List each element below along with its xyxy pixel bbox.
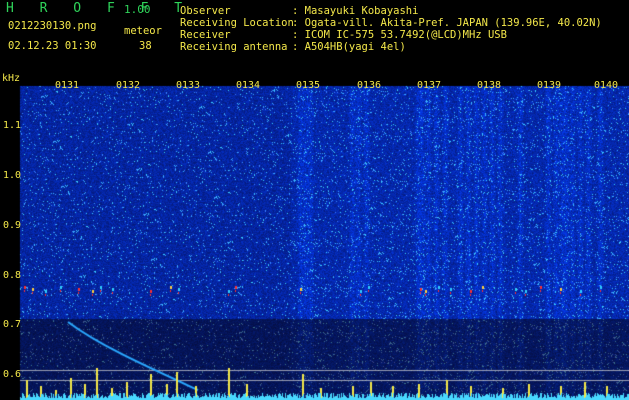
meteor-count: 38 — [139, 40, 152, 52]
y-tick-label: 0.7 — [3, 319, 22, 330]
observer-label: Observer — [180, 5, 231, 17]
y-tick-label: 0.6 — [3, 369, 22, 380]
x-tick-label: 0136 — [357, 80, 382, 91]
x-tick-label: 0131 — [55, 80, 80, 91]
y-tick-label: 0.8 — [3, 270, 22, 281]
y-tick-label: 1.0 — [3, 170, 22, 181]
y-tick-label: 0.9 — [3, 220, 22, 231]
header-panel: H R O F F T 1.00 0212230130.png meteor 3… — [0, 0, 629, 78]
x-tick-label: 0140 — [594, 80, 619, 91]
app-name: H R O F F T — [6, 1, 192, 16]
meteor-label: meteor — [124, 25, 162, 37]
app-version: 1.00 — [124, 3, 151, 16]
y-axis-unit: kHz — [2, 73, 21, 84]
spectrogram-canvas — [0, 78, 629, 400]
location-value: : Ogata-vill. Akita-Pref. JAPAN (139.96E… — [292, 17, 602, 29]
y-tick-label: 1.1 — [3, 120, 22, 131]
receiver-label: Receiver — [180, 29, 231, 41]
x-tick-label: 0139 — [537, 80, 562, 91]
location-label: Receiving Location — [180, 17, 294, 29]
file-name: 0212230130.png — [8, 20, 97, 32]
datetime: 02.12.23 01:30 — [8, 40, 97, 52]
x-tick-label: 0138 — [477, 80, 502, 91]
x-tick-label: 0132 — [116, 80, 141, 91]
receiver-value: : ICOM IC-575 53.7492(@LCD)MHz USB — [292, 29, 507, 41]
observer-value: : Masayuki Kobayashi — [292, 5, 419, 17]
x-tick-label: 0133 — [176, 80, 201, 91]
antenna-label: Receiving antenna — [180, 41, 288, 53]
x-tick-label: 0134 — [236, 80, 261, 91]
x-tick-label: 0135 — [296, 80, 321, 91]
x-tick-label: 0137 — [417, 80, 442, 91]
antenna-value: : A504HB(yagi 4el) — [292, 41, 406, 53]
